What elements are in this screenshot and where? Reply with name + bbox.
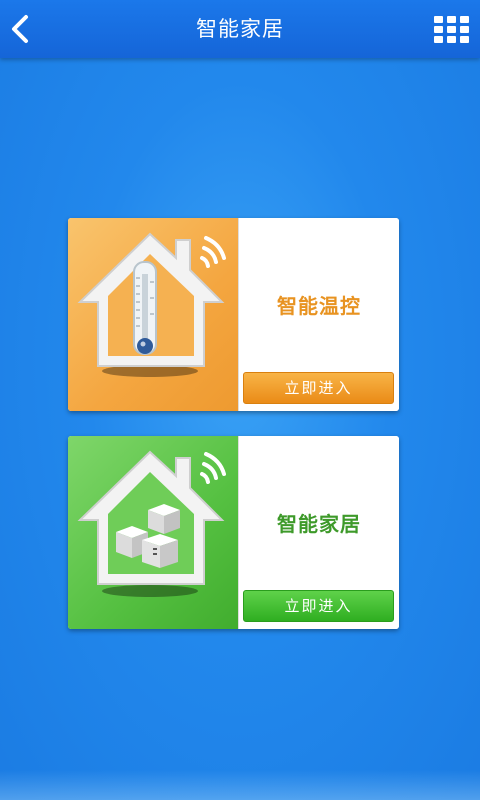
smart-home-panel: 智能家居 立即进入 [238,436,399,629]
page-title: 智能家居 [196,17,284,41]
enter-button[interactable]: 立即进入 [243,372,394,404]
thermostat-panel: 智能温控 立即进入 [238,218,399,411]
grid-menu-icon [434,16,469,43]
enter-button[interactable]: 立即进入 [243,590,394,622]
bottom-glow [0,770,480,800]
smart-thermostat-card[interactable]: 智能温控 立即进入 [68,218,399,411]
menu-button[interactable] [432,14,472,44]
thermostat-illustration [68,218,238,411]
house-thermometer-icon [77,232,226,377]
top-bar: 智能家居 [0,0,480,58]
card-title: 智能家居 [277,512,361,536]
smart-home-illustration [68,436,238,629]
smart-home-card[interactable]: 智能家居 立即进入 [68,436,399,629]
house-devices-icon [77,450,226,597]
card-title: 智能温控 [277,294,361,318]
